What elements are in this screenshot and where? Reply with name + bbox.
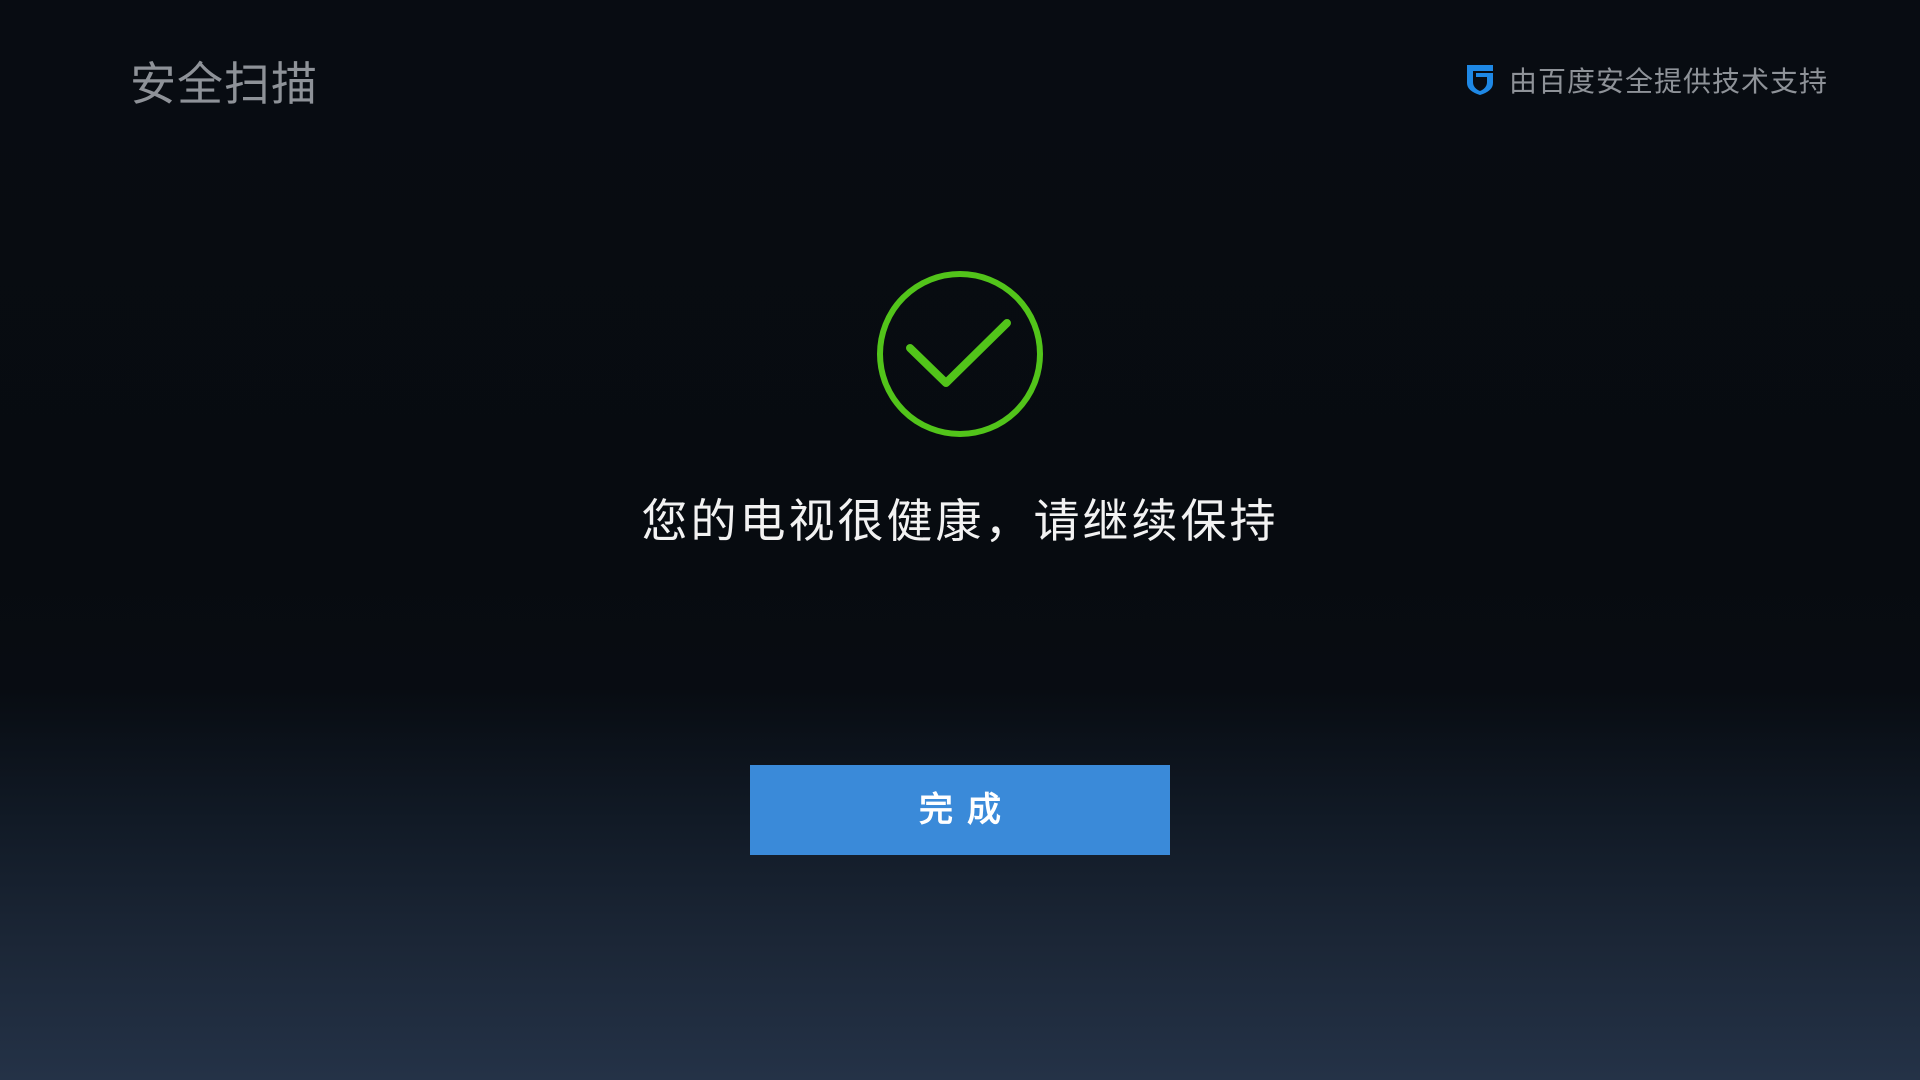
baidu-security-shield-icon [1465,64,1495,96]
done-button[interactable]: 完成 [750,765,1170,855]
checkmark-circle-icon [876,270,1044,438]
provider-text: 由百度安全提供技术支持 [1508,65,1828,98]
status-message: 您的电视很健康，请继续保持 [641,494,1279,548]
provider-credit: 由百度安全提供技术支持 [1465,58,1828,102]
page-title: 安全扫描 [130,57,318,111]
